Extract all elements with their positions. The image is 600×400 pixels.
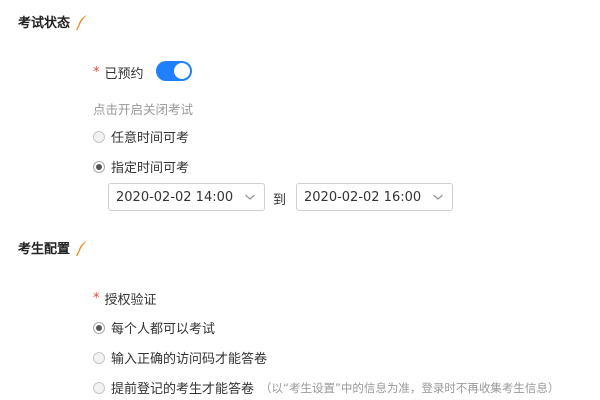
exam-status-title: 考试状态 <box>18 16 71 31</box>
booked-toggle[interactable] <box>156 61 192 81</box>
radio-access-code-label: 输入正确的访问码才能答卷 <box>111 352 268 367</box>
range-to-label: 到 <box>273 193 287 208</box>
exam-status-section-title: 考试状态 <box>18 12 88 31</box>
radio-everyone-label: 每个人都可以考试 <box>111 322 216 337</box>
chevron-down-icon <box>244 192 256 202</box>
booked-label: 已预约 <box>104 67 144 82</box>
end-time-select[interactable]: 2020-02-02 16:00 <box>296 183 453 211</box>
radio-scheduled-label: 指定时间可考 <box>111 161 190 176</box>
feather-pen-icon[interactable] <box>76 14 88 30</box>
radio-preregistered-label: 提前登记的考生才能答卷 <box>111 382 255 397</box>
candidate-config-section-title: 考生配置 <box>18 238 88 257</box>
exam-settings-page: 考试状态 * 已预约 点击开启关闭考试 任意时间可考 指定时间可考 2020-0… <box>0 0 600 400</box>
radio-preregistered-indicator[interactable] <box>93 381 105 394</box>
radio-scheduled-indicator[interactable] <box>93 160 105 173</box>
radio-anytime[interactable]: 任意时间可考 <box>93 127 189 146</box>
end-time-value: 2020-02-02 16:00 <box>304 189 422 205</box>
candidate-config-title: 考生配置 <box>18 242 71 257</box>
radio-scheduled[interactable]: 指定时间可考 <box>93 157 189 176</box>
auth-label: 授权验证 <box>104 293 157 308</box>
required-asterisk: * <box>93 291 100 306</box>
radio-anytime-indicator[interactable] <box>93 130 105 143</box>
feather-pen-icon[interactable] <box>76 240 88 256</box>
radio-anytime-label: 任意时间可考 <box>111 131 190 146</box>
toggle-knob <box>174 63 190 79</box>
start-time-select[interactable]: 2020-02-02 14:00 <box>108 183 265 211</box>
radio-access-code[interactable]: 输入正确的访问码才能答卷 <box>93 348 267 367</box>
preregistered-note: （以“考生设置”中的信息为准，登录时不再收集考生信息） <box>260 380 560 395</box>
exam-toggle-hint: 点击开启关闭考试 <box>93 102 194 117</box>
required-asterisk: * <box>93 65 100 80</box>
radio-access-code-indicator[interactable] <box>93 351 105 364</box>
radio-everyone-indicator[interactable] <box>93 321 105 334</box>
radio-everyone[interactable]: 每个人都可以考试 <box>93 318 215 337</box>
chevron-down-icon <box>432 192 444 202</box>
radio-preregistered[interactable]: 提前登记的考生才能答卷 （以“考生设置”中的信息为准，登录时不再收集考生信息） <box>93 378 559 397</box>
booked-field-label: * 已预约 <box>93 63 144 82</box>
auth-field-label: * 授权验证 <box>93 289 157 308</box>
start-time-value: 2020-02-02 14:00 <box>116 189 234 205</box>
